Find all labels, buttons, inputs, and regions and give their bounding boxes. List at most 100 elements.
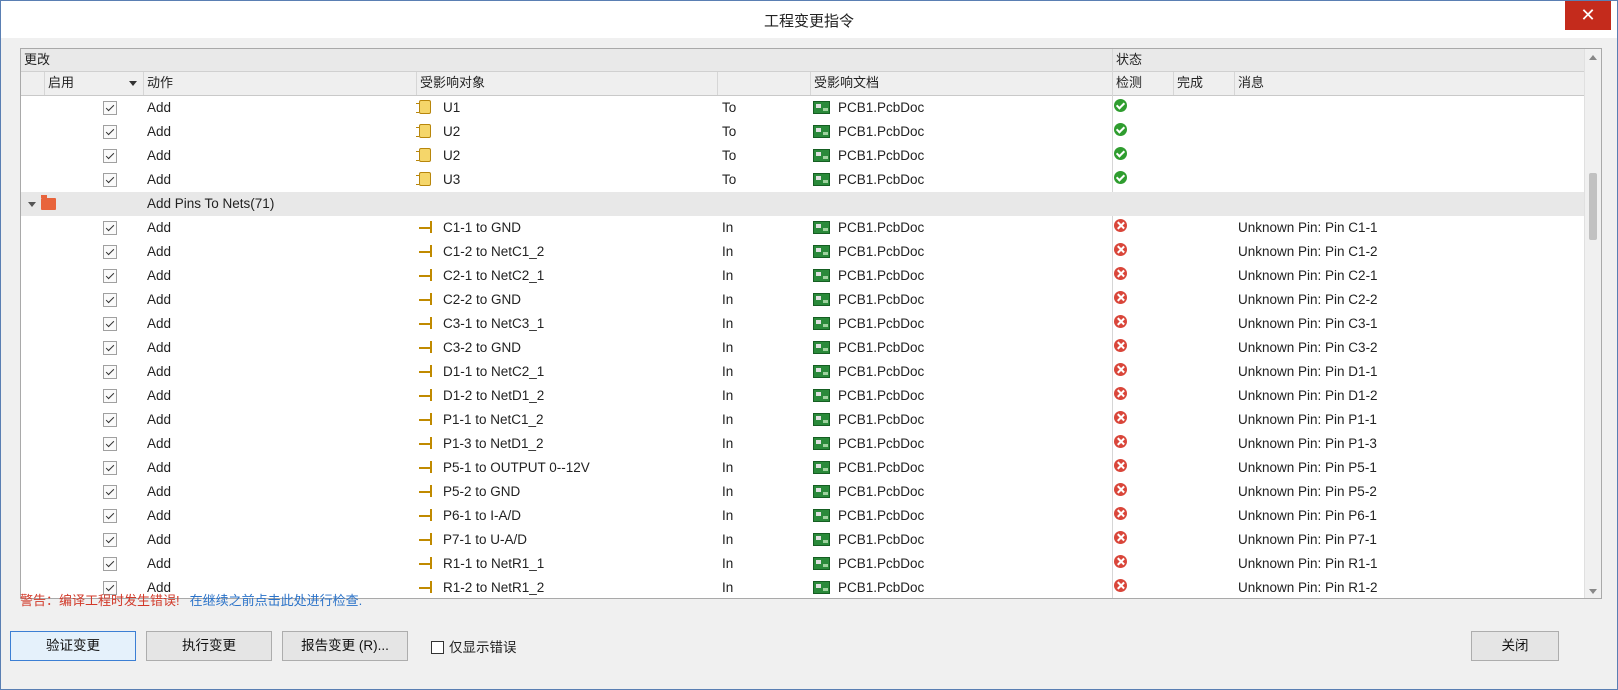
action-cell: Add [147,316,172,331]
object-cell: P5-2 to GND [443,484,521,499]
enable-checkbox[interactable] [103,557,117,571]
action-cell: Add [147,508,172,523]
table-row[interactable]: Add P5-2 to GND In PCB1.PcbDoc Unknown Pin: … [21,480,1585,504]
pcb-icon [813,125,830,138]
collapse-icon[interactable] [28,202,36,207]
table-row[interactable]: Add C1-2 to NetC1_2 In PCB1.PcbDoc Unknown P… [21,240,1585,264]
check-ok-icon [1114,147,1127,160]
enable-checkbox[interactable] [103,341,117,355]
enable-checkbox[interactable] [103,461,117,475]
table-row[interactable]: Add P1-1 to NetC1_2 In PCB1.PcbDoc Unknown P… [21,408,1585,432]
object-cell: C2-2 to GND [443,292,522,307]
table-row[interactable]: Add U2 To PCB1.PcbDoc [21,144,1585,168]
pcb-icon [813,533,830,546]
table-row[interactable]: Add R1-1 to NetR1_1 In PCB1.PcbDoc Unknown P… [21,552,1585,576]
object-icon-cell [419,460,433,476]
group-row[interactable]: Add Pins To Nets(71) [21,192,1585,216]
pcb-icon [813,173,830,186]
check-status-cell [1114,123,1128,137]
report-changes-button[interactable]: 报告变更 (R)... [282,631,408,661]
close-window-button[interactable]: ✕ [1565,1,1611,30]
check-status-cell [1114,363,1128,377]
scroll-down-icon[interactable] [1589,589,1597,594]
header-message[interactable]: 消息 [1234,72,1585,95]
error-icon [1114,291,1127,304]
enable-checkbox[interactable] [103,485,117,499]
document-cell: PCB1.PcbDoc [838,244,925,259]
group-label: Add Pins To Nets(71) [147,196,275,211]
enable-checkbox[interactable] [103,509,117,523]
pcb-icon [813,365,830,378]
message-cell: Unknown Pin: Pin P5-2 [1238,484,1377,499]
header-done[interactable]: 完成 [1173,72,1234,95]
direction-cell: In [722,388,734,403]
scroll-thumb[interactable] [1589,173,1597,240]
direction-cell: In [722,412,734,427]
error-icon [1114,531,1127,544]
enable-checkbox[interactable] [103,437,117,451]
scroll-up-icon[interactable] [1589,55,1597,60]
warning-link[interactable]: 在继续之前点击此处进行检查. [190,593,363,608]
enable-checkbox[interactable] [103,101,117,115]
enable-checkbox[interactable] [103,149,117,163]
header-object[interactable]: 受影响对象 [416,72,717,95]
table-row[interactable]: Add U3 To PCB1.PcbDoc [21,168,1585,192]
document-icon-cell [813,269,830,282]
header-document[interactable]: 受影响文档 [810,72,1112,95]
document-cell: PCB1.PcbDoc [838,340,925,355]
enable-checkbox[interactable] [103,245,117,259]
header-action[interactable]: 动作 [143,72,416,95]
object-cell: U3 [443,172,461,187]
enable-checkbox[interactable] [103,221,117,235]
checkbox-box[interactable] [431,641,444,654]
table-row[interactable]: Add U2 To PCB1.PcbDoc [21,120,1585,144]
vertical-scrollbar[interactable] [1584,49,1601,598]
enable-checkbox[interactable] [103,125,117,139]
enable-checkbox[interactable] [103,269,117,283]
enable-checkbox[interactable] [103,293,117,307]
table-row[interactable]: Add D1-1 to NetC2_1 In PCB1.PcbDoc Unknown P… [21,360,1585,384]
enable-checkbox[interactable] [103,533,117,547]
close-button[interactable]: 关闭 [1471,631,1559,661]
sort-down-icon[interactable] [129,81,137,86]
pin-icon [419,460,435,474]
error-icon [1114,363,1127,376]
document-icon-cell [813,149,830,162]
table-row[interactable]: Add C3-1 to NetC3_1 In PCB1.PcbDoc Unknown P… [21,312,1585,336]
table-row[interactable]: Add C2-1 to NetC2_1 In PCB1.PcbDoc Unknown P… [21,264,1585,288]
pin-icon [419,580,435,594]
object-icon-cell [419,532,433,548]
action-cell: Add [147,172,172,187]
table-row[interactable]: Add P6-1 to I-A/D In PCB1.PcbDoc Unknown Pin… [21,504,1585,528]
table-row[interactable]: Add C3-2 to GND In PCB1.PcbDoc Unknown Pin: … [21,336,1585,360]
enable-checkbox[interactable] [103,173,117,187]
document-cell: PCB1.PcbDoc [838,268,925,283]
enable-checkbox[interactable] [103,317,117,331]
header-enable[interactable]: 启用 [44,72,143,95]
enable-checkbox[interactable] [103,365,117,379]
object-icon-cell [416,100,433,116]
table-row[interactable]: Add U1 To PCB1.PcbDoc [21,96,1585,120]
only-show-errors-checkbox[interactable]: 仅显示错误 [431,636,517,656]
header-enable-label: 启用 [48,75,75,90]
table-row[interactable]: Add C1-1 to GND In PCB1.PcbDoc Unknown Pin: … [21,216,1585,240]
table-row[interactable]: Add D1-2 to NetD1_2 In PCB1.PcbDoc Unknown P… [21,384,1585,408]
header-direction[interactable] [717,72,810,95]
table-row[interactable]: Add P1-3 to NetD1_2 In PCB1.PcbDoc Unknown P… [21,432,1585,456]
header-check[interactable]: 检测 [1112,72,1173,95]
object-icon-cell [419,412,433,428]
enable-checkbox[interactable] [103,389,117,403]
table-row[interactable]: Add P5-1 to OUTPUT 0--12V In PCB1.PcbDoc Unk… [21,456,1585,480]
execute-changes-button[interactable]: 执行变更 [146,631,272,661]
table-row[interactable]: Add C2-2 to GND In PCB1.PcbDoc Unknown Pin: … [21,288,1585,312]
document-icon-cell [813,413,830,426]
pcb-icon [813,461,830,474]
validate-changes-button[interactable]: 验证变更 [10,631,136,661]
table-row[interactable]: Add P7-1 to U-A/D In PCB1.PcbDoc Unknown Pin… [21,528,1585,552]
pin-icon [419,268,435,282]
enable-checkbox[interactable] [103,413,117,427]
header-group-change: 更改 [24,52,51,67]
pcb-icon [813,317,830,330]
error-icon [1114,387,1127,400]
check-status-cell [1114,555,1128,569]
